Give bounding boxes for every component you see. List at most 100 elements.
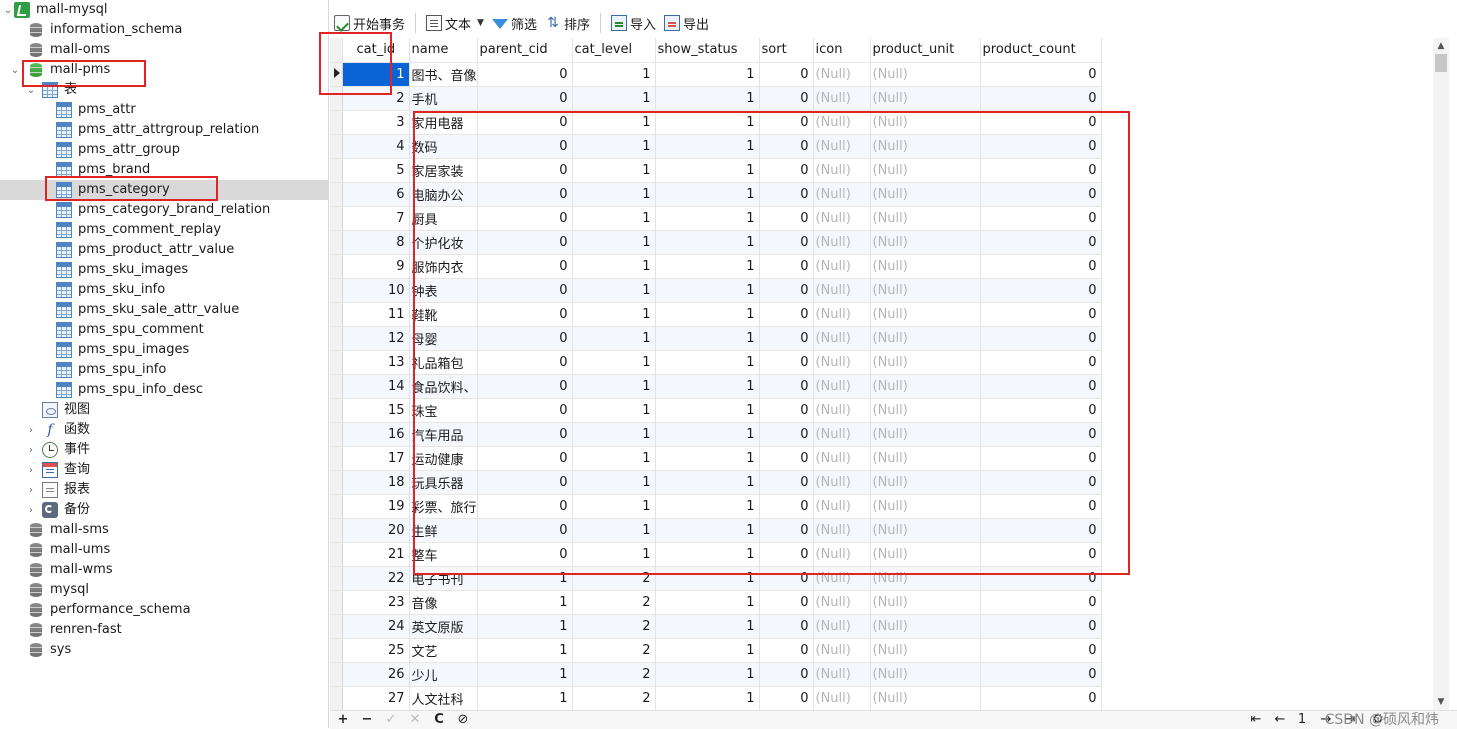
cell-icon[interactable]: (Null) [813,494,871,519]
chevron-down-icon[interactable]: ⌄ [3,0,13,20]
cell-cat-id[interactable]: 4 [342,134,410,159]
cell-parent-cid[interactable]: 0 [477,254,573,279]
cell-parent-cid[interactable]: 0 [477,518,573,543]
cell-product-unit[interactable]: (Null) [870,518,981,543]
add-record-button[interactable]: + [336,711,350,729]
cell-product-count[interactable]: 0 [980,518,1102,543]
cell-sort[interactable]: 0 [759,182,814,207]
cell-show-status[interactable]: 1 [655,326,760,351]
cell-product-unit[interactable]: (Null) [870,566,981,591]
export-button[interactable]: 导出 [660,11,713,35]
cell-name[interactable]: 电脑办公 [409,182,478,207]
cell-show-status[interactable]: 1 [655,230,760,255]
cell-cat-level[interactable]: 2 [572,590,656,615]
cell-icon[interactable]: (Null) [813,350,871,375]
delete-record-button[interactable]: − [360,711,374,729]
cell-icon[interactable]: (Null) [813,86,871,111]
cell-product-count[interactable]: 0 [980,494,1102,519]
cell-cat-id[interactable]: 2 [342,86,410,111]
cell-cat-level[interactable]: 1 [572,110,656,135]
column-header-show-status[interactable]: show_status [655,38,760,63]
cell-name[interactable]: 文艺 [409,638,478,663]
column-header-parent-cid[interactable]: parent_cid [477,38,573,63]
cell-parent-cid[interactable]: 1 [477,662,573,687]
discard-changes-button[interactable]: ✕ [408,711,422,729]
cell-parent-cid[interactable]: 0 [477,470,573,495]
cell-cat-id[interactable]: 7 [342,206,410,231]
cell-name[interactable]: 礼品箱包 [409,350,478,375]
table-row[interactable]: 24 英文原版 1 2 1 0 (Null) (Null) 0 [330,614,1102,639]
cell-cat-id[interactable]: 9 [342,254,410,279]
cell-show-status[interactable]: 1 [655,206,760,231]
vertical-scrollbar[interactable]: ▲ ▼ [1433,38,1449,710]
row-indicator[interactable] [330,542,343,567]
cell-show-status[interactable]: 1 [655,254,760,279]
cell-product-unit[interactable]: (Null) [870,326,981,351]
cell-parent-cid[interactable]: 0 [477,350,573,375]
cell-cat-level[interactable]: 1 [572,278,656,303]
tree-table[interactable]: pms_product_attr_value [0,240,328,260]
cell-name[interactable]: 彩票、旅行 [409,494,478,519]
cell-parent-cid[interactable]: 1 [477,566,573,591]
cell-sort[interactable]: 0 [759,470,814,495]
cell-icon[interactable]: (Null) [813,542,871,567]
cell-product-count[interactable]: 0 [980,446,1102,471]
table-row[interactable]: 17 运动健康 0 1 1 0 (Null) (Null) 0 [330,446,1102,471]
cell-sort[interactable]: 0 [759,134,814,159]
cell-parent-cid[interactable]: 0 [477,542,573,567]
cell-parent-cid[interactable]: 1 [477,614,573,639]
cell-icon[interactable]: (Null) [813,374,871,399]
table-row[interactable]: 8 个护化妆 0 1 1 0 (Null) (Null) 0 [330,230,1102,255]
cell-cat-id[interactable]: 20 [342,518,410,543]
cell-show-status[interactable]: 1 [655,158,760,183]
cell-product-count[interactable]: 0 [980,374,1102,399]
cell-product-unit[interactable]: (Null) [870,374,981,399]
row-indicator[interactable] [330,110,343,135]
scroll-thumb[interactable] [1435,54,1447,72]
cell-icon[interactable]: (Null) [813,134,871,159]
cell-sort[interactable]: 0 [759,638,814,663]
cell-cat-id[interactable]: 21 [342,542,410,567]
cell-parent-cid[interactable]: 0 [477,398,573,423]
cell-cat-id[interactable]: 17 [342,446,410,471]
cell-cat-id[interactable]: 11 [342,302,410,327]
cell-product-count[interactable]: 0 [980,422,1102,447]
tree-table[interactable]: pms_brand [0,160,328,180]
cell-name[interactable]: 食品饮料、 [409,374,478,399]
cell-product-unit[interactable]: (Null) [870,350,981,375]
sort-button[interactable]: ⇅ 排序 [541,11,594,35]
chevron-right-icon[interactable]: › [26,460,36,480]
cell-cat-level[interactable]: 2 [572,686,656,710]
cell-parent-cid[interactable]: 0 [477,230,573,255]
scroll-down-icon[interactable]: ▼ [1433,694,1449,710]
cell-parent-cid[interactable]: 0 [477,374,573,399]
cell-parent-cid[interactable]: 0 [477,278,573,303]
cell-sort[interactable]: 0 [759,494,814,519]
row-indicator[interactable] [330,374,343,399]
table-row[interactable]: 6 电脑办公 0 1 1 0 (Null) (Null) 0 [330,182,1102,207]
cell-product-unit[interactable]: (Null) [870,542,981,567]
cell-cat-id[interactable]: 14 [342,374,410,399]
row-indicator[interactable] [330,638,343,663]
tree-table[interactable]: pms_spu_info_desc [0,380,328,400]
row-indicator[interactable] [330,470,343,495]
cell-product-count[interactable]: 0 [980,590,1102,615]
row-indicator[interactable] [330,686,343,710]
row-indicator[interactable] [330,614,343,639]
cell-product-unit[interactable]: (Null) [870,494,981,519]
cell-icon[interactable]: (Null) [813,254,871,279]
cell-cat-level[interactable]: 1 [572,254,656,279]
cell-sort[interactable]: 0 [759,662,814,687]
cell-sort[interactable]: 0 [759,350,814,375]
table-row[interactable]: 21 整车 0 1 1 0 (Null) (Null) 0 [330,542,1102,567]
cell-sort[interactable]: 0 [759,110,814,135]
row-indicator[interactable] [330,422,343,447]
cell-name[interactable]: 英文原版 [409,614,478,639]
cell-name[interactable]: 服饰内衣 [409,254,478,279]
tree-folder-events[interactable]: › 事件 [0,440,328,460]
cell-product-unit[interactable]: (Null) [870,686,981,710]
tree-table[interactable]: pms_sku_sale_attr_value [0,300,328,320]
cell-name[interactable]: 数码 [409,134,478,159]
cell-show-status[interactable]: 1 [655,470,760,495]
tree-database[interactable]: performance_schema [0,600,328,620]
